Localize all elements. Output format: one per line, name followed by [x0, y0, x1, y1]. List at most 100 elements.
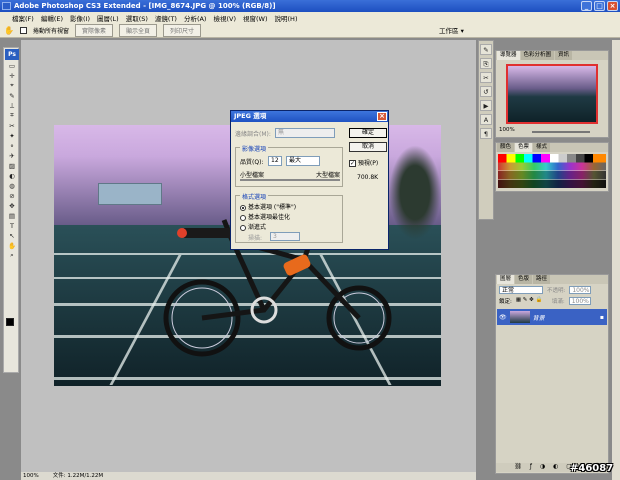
visibility-eye-icon[interactable]: 👁	[499, 314, 507, 321]
quality-label: 品質(Q):	[240, 159, 264, 166]
clone-stamp-icon[interactable]: ⚬	[5, 141, 19, 150]
brush-tool-icon[interactable]: ✦	[5, 131, 19, 140]
maximize-button[interactable]: □	[594, 1, 605, 11]
opacity-input[interactable]: 100%	[569, 286, 592, 294]
clone-source-icon[interactable]: ⎘	[480, 58, 492, 69]
menu-window[interactable]: 視窗(W)	[243, 13, 268, 23]
quality-select[interactable]: 最大	[286, 156, 320, 166]
actions-icon[interactable]: ▶	[480, 100, 492, 111]
swatches-panel: 顏色 色票 樣式	[495, 142, 609, 192]
preview-option[interactable]: ✓ 預視(P)	[349, 158, 378, 167]
tab-navigator[interactable]: 導覽器	[497, 51, 520, 60]
opacity-label: 不透明:	[547, 288, 566, 294]
baseline-label: 基本選項 ("標準")	[248, 204, 297, 211]
dialog-title: JPEG 選項 ×	[231, 111, 388, 122]
eraser-tool-icon[interactable]: ▨	[5, 161, 19, 170]
tab-paths[interactable]: 路徑	[533, 275, 551, 284]
tool-presets-icon[interactable]: ✂	[480, 72, 492, 83]
history-brush-icon[interactable]: ✈	[5, 151, 19, 160]
menu-help[interactable]: 說明(H)	[275, 13, 298, 23]
tab-layers[interactable]: 圖層	[497, 275, 515, 284]
paragraph-icon[interactable]: ¶	[480, 128, 492, 139]
path-select-icon[interactable]: ↖	[5, 231, 19, 240]
hand-tool-icon[interactable]: ✋	[5, 241, 19, 250]
menu-file[interactable]: 檔案(F)	[12, 13, 34, 23]
dialog-title-text: JPEG 選項	[234, 112, 267, 120]
ok-button[interactable]: 確定	[349, 128, 387, 138]
status-bar: 100% 文件: 1.22M/1.22M	[21, 472, 476, 480]
trees	[389, 145, 441, 240]
foreground-color[interactable]	[6, 318, 14, 326]
ps-logo: Ps	[5, 49, 19, 60]
baseline-radio[interactable]	[240, 204, 246, 211]
marquee-tool-icon[interactable]: ▭	[5, 61, 19, 70]
menu-analysis[interactable]: 分析(A)	[184, 13, 207, 23]
navigator-panel: 導覽器 色彩分析圖 資訊 100%	[495, 50, 609, 138]
optimized-radio[interactable]	[240, 214, 246, 221]
zoom-level[interactable]: 100%	[23, 472, 39, 480]
preview-checkbox[interactable]: ✓	[349, 160, 356, 167]
menu-bar: 檔案(F) 編輯(E) 影像(I) 圖層(L) 選取(S) 濾鏡(T) 分析(A…	[0, 12, 620, 23]
blur-tool-icon[interactable]: ◍	[5, 181, 19, 190]
navigator-zoom[interactable]: 100%	[499, 127, 515, 133]
menu-filter[interactable]: 濾鏡(T)	[155, 13, 177, 23]
tab-swatches[interactable]: 色票	[515, 143, 533, 152]
print-size-button[interactable]: 列印尺寸	[163, 23, 202, 37]
workspace-button[interactable]: 工作區 ▾	[439, 25, 464, 35]
fill-input[interactable]: 100%	[568, 297, 591, 305]
progressive-radio[interactable]	[240, 224, 246, 231]
close-button[interactable]: ×	[607, 1, 618, 11]
format-progressive-option[interactable]: 漸進式	[240, 222, 266, 231]
quality-slider[interactable]	[240, 179, 340, 181]
dodge-tool-icon[interactable]: ⊘	[5, 191, 19, 200]
zoom-tool-icon[interactable]: ⌕	[5, 251, 19, 260]
actual-pixels-button[interactable]: 實際像素	[74, 23, 113, 37]
dialog-close-button[interactable]: ×	[377, 112, 387, 121]
hand-tool-icon[interactable]: ✋	[4, 26, 14, 35]
tab-info[interactable]: 資訊	[555, 51, 573, 60]
menu-view[interactable]: 檢視(V)	[213, 13, 236, 23]
format-options-group: 格式選項 基本選項 ("標準") 基本選項最佳化 漸進式 掃描: 3	[235, 192, 343, 243]
matte-label: 邊緣調合(M):	[235, 131, 271, 138]
tab-color[interactable]: 顏色	[497, 143, 515, 152]
preview-label: 預視(P)	[357, 160, 379, 167]
type-tool-icon[interactable]: T	[5, 221, 19, 230]
fit-screen-button[interactable]: 顯示全頁	[119, 23, 158, 37]
format-optimized-option[interactable]: 基本選項最佳化	[240, 212, 290, 221]
billboard	[98, 183, 162, 205]
menu-edit[interactable]: 編輯(E)	[41, 13, 63, 23]
tab-histogram[interactable]: 色彩分析圖	[520, 51, 555, 60]
pen-tool-icon[interactable]: ✥	[5, 201, 19, 210]
gradient-tool-icon[interactable]: ◐	[5, 171, 19, 180]
lasso-tool-icon[interactable]: ⌖	[5, 81, 19, 90]
magic-wand-icon[interactable]: ✎	[5, 91, 19, 100]
navigator-thumbnail[interactable]	[506, 64, 598, 124]
navigator-zoom-slider[interactable]	[532, 131, 590, 133]
lock-icons[interactable]: ▦ ✎ ✥ 🔒	[516, 297, 548, 305]
scroll-all-checkbox[interactable]	[19, 26, 27, 34]
brush-panel-icon[interactable]: ✎	[480, 44, 492, 55]
swatch-grid[interactable]	[498, 154, 606, 188]
layer-row-background[interactable]: 👁 背景 ▪	[497, 309, 607, 325]
menu-select[interactable]: 選取(S)	[126, 13, 148, 23]
minimize-button[interactable]: _	[581, 1, 592, 11]
shape-tool-icon[interactable]: ▤	[5, 211, 19, 220]
menu-image[interactable]: 影像(I)	[70, 13, 90, 23]
right-scrollbar[interactable]	[612, 40, 620, 480]
menu-layer[interactable]: 圖層(L)	[97, 13, 119, 23]
format-baseline-option[interactable]: 基本選項 ("標準")	[240, 202, 296, 211]
tab-styles[interactable]: 樣式	[533, 143, 551, 152]
crop-tool-icon[interactable]: ⟂	[5, 101, 19, 110]
history-icon[interactable]: ↺	[480, 86, 492, 97]
move-tool-icon[interactable]: ✛	[5, 71, 19, 80]
character-icon[interactable]: A	[480, 114, 492, 125]
layer-name[interactable]: 背景	[533, 313, 545, 322]
blend-mode-select[interactable]: 正常	[499, 286, 543, 294]
matte-select[interactable]: 無	[275, 128, 335, 138]
healing-brush-icon[interactable]: ✂	[5, 121, 19, 130]
slice-tool-icon[interactable]: ⌗	[5, 111, 19, 120]
scans-select[interactable]: 3	[270, 232, 300, 241]
quality-input[interactable]: 12	[268, 156, 282, 166]
cancel-button[interactable]: 取消	[349, 142, 387, 152]
tab-channels[interactable]: 色版	[515, 275, 533, 284]
